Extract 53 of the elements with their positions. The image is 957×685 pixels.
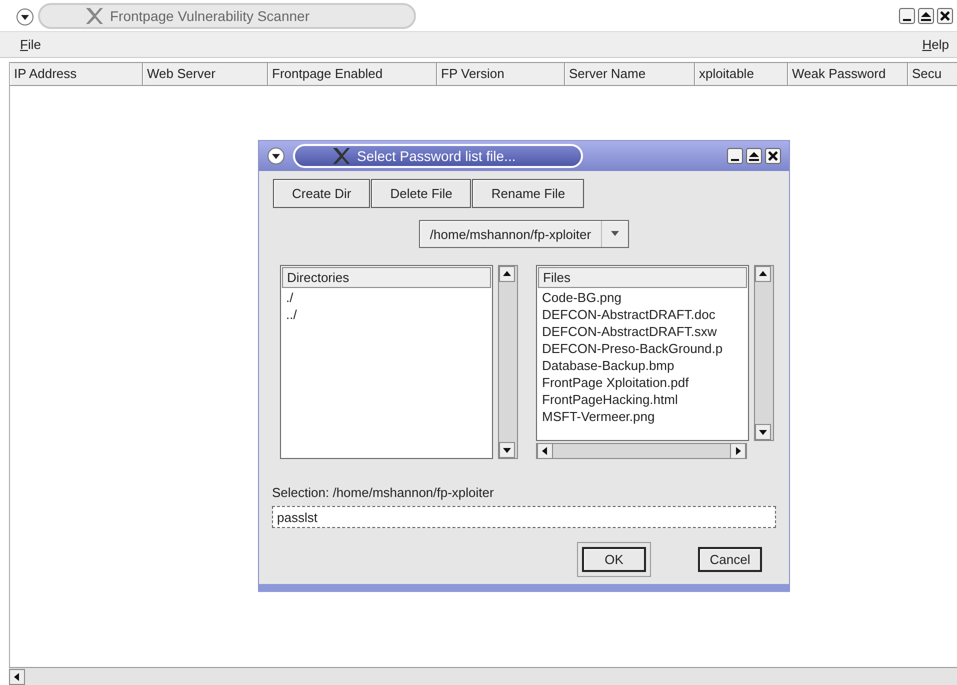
vertical-scrollbar[interactable] bbox=[498, 265, 518, 459]
maximize-icon[interactable] bbox=[746, 148, 762, 164]
menu-icon[interactable] bbox=[267, 147, 285, 165]
cancel-button[interactable]: Cancel bbox=[698, 547, 762, 572]
column-header[interactable]: Frontpage Enabled bbox=[268, 63, 437, 85]
column-header[interactable]: IP Address bbox=[10, 63, 143, 85]
column-header[interactable]: Weak Password bbox=[788, 63, 908, 85]
scroll-right-icon[interactable] bbox=[730, 443, 746, 459]
scroll-left-icon[interactable] bbox=[9, 668, 25, 684]
list-entry[interactable]: DEFCON-Preso-BackGround.p bbox=[537, 340, 748, 357]
scroll-down-icon[interactable] bbox=[755, 424, 771, 440]
list-entry[interactable]: FrontPage Xploitation.pdf bbox=[537, 374, 748, 391]
minimize-icon[interactable] bbox=[899, 8, 915, 24]
selection-label: Selection: /home/mshannon/fp-xploiter bbox=[272, 485, 495, 500]
list-entry[interactable]: ./ bbox=[281, 289, 492, 306]
toolbar-button[interactable]: Delete File bbox=[371, 179, 472, 208]
close-icon[interactable] bbox=[765, 148, 781, 164]
dialog-title: Select Password list file... bbox=[357, 148, 516, 164]
scroll-up-icon[interactable] bbox=[755, 266, 771, 282]
menu-icon[interactable] bbox=[16, 8, 34, 26]
path-dropdown[interactable]: /home/mshannon/fp-xploiter bbox=[418, 220, 630, 248]
toolbar-button[interactable]: Create Dir bbox=[273, 179, 370, 208]
column-header[interactable]: xploitable bbox=[695, 63, 788, 85]
filename-field[interactable]: passlst bbox=[272, 506, 776, 528]
ok-button[interactable]: OK bbox=[582, 547, 646, 572]
column-header[interactable]: FP Version bbox=[437, 63, 565, 85]
maximize-icon[interactable] bbox=[918, 8, 934, 24]
scroll-left-icon[interactable] bbox=[537, 443, 553, 459]
list-entry[interactable]: FrontPageHacking.html bbox=[537, 391, 748, 408]
menu-item[interactable]: Help bbox=[920, 37, 951, 52]
menu-item[interactable]: File bbox=[18, 37, 43, 52]
list-entry[interactable]: Database-Backup.bmp bbox=[537, 357, 748, 374]
dropdown-arrow-icon bbox=[610, 230, 620, 238]
column-header[interactable]: Server Name bbox=[565, 63, 695, 85]
list-entry[interactable]: ../ bbox=[281, 306, 492, 323]
list-entry[interactable]: Code-BG.png bbox=[537, 289, 748, 306]
list-header: Directories bbox=[282, 267, 491, 288]
list-header: Files bbox=[538, 267, 747, 288]
horizontal-scrollbar[interactable] bbox=[536, 443, 747, 459]
toolbar-button[interactable]: Rename File bbox=[472, 179, 584, 208]
column-header[interactable]: Secu bbox=[908, 63, 957, 85]
scroll-up-icon[interactable] bbox=[499, 266, 515, 282]
list-entry[interactable]: DEFCON-AbstractDRAFT.sxw bbox=[537, 323, 748, 340]
window-title: Frontpage Vulnerability Scanner bbox=[110, 8, 310, 24]
scroll-down-icon[interactable] bbox=[499, 442, 515, 458]
column-header[interactable]: Web Server bbox=[143, 63, 268, 85]
list-entry[interactable]: DEFCON-AbstractDRAFT.doc bbox=[537, 306, 748, 323]
vertical-scrollbar[interactable] bbox=[754, 265, 774, 441]
x-logo-icon bbox=[331, 147, 351, 165]
close-icon[interactable] bbox=[937, 8, 953, 24]
x-logo-icon bbox=[84, 6, 104, 24]
minimize-icon[interactable] bbox=[727, 148, 743, 164]
list-entry[interactable]: MSFT-Vermeer.png bbox=[537, 408, 748, 425]
